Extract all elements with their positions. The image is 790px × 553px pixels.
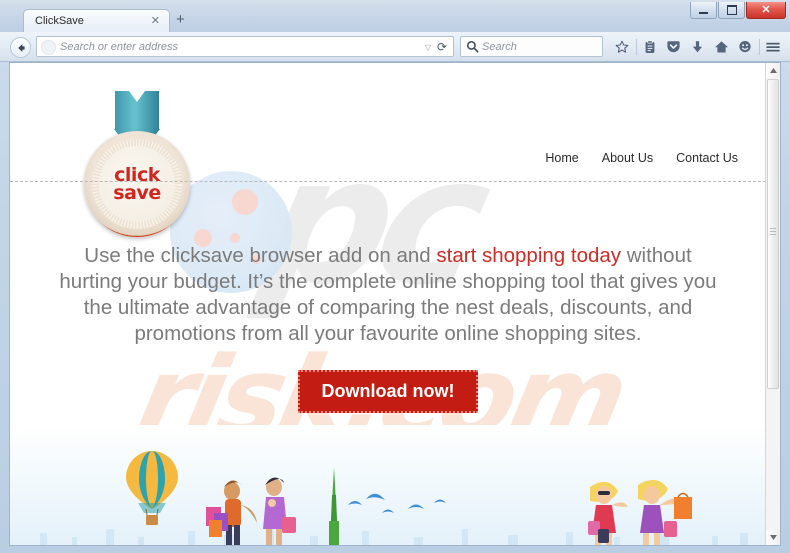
scrollbar-thumb[interactable] [767,79,779,389]
blue-birds [348,493,446,513]
page-viewport: pc risk.com [9,62,781,546]
bookmark-star-icon[interactable] [610,36,634,58]
nav-link-about-us[interactable]: About Us [602,151,653,165]
shopper-blonde-red-dress [588,481,628,545]
maximize-button[interactable] [718,2,745,19]
reader-mode-icon[interactable] [639,36,663,58]
minimize-button[interactable] [690,2,717,19]
downloads-icon[interactable] [686,36,710,58]
address-input-placeholder: Search or enter address [60,41,179,53]
search-icon [466,40,479,58]
shopper-woman-pink-bags [206,480,257,545]
reload-icon[interactable]: ⟳ [437,40,447,54]
home-icon[interactable] [709,36,733,58]
new-tab-button[interactable]: + [176,12,185,27]
chevron-down-icon[interactable]: ▽ [425,43,431,52]
footer-illustration [10,425,766,545]
shopper-blonde-purple-dress [638,479,692,545]
title-bar: ✕ ClickSave ✕ + [0,0,790,32]
toolbar-divider [635,39,637,55]
search-input[interactable]: Search [460,36,603,57]
web-page: pc risk.com [10,63,766,545]
pocket-shield-icon[interactable] [662,36,686,58]
address-bar[interactable]: Search or enter address ▽ ⟳ [36,36,454,57]
close-button[interactable]: ✕ [746,2,786,19]
decorative-dot [232,189,258,215]
nav-link-home[interactable]: Home [545,151,578,165]
vertical-scrollbar[interactable] [765,63,780,545]
hot-air-balloon [126,451,178,525]
download-now-button[interactable]: Download now! [297,370,479,413]
back-arrow-icon[interactable] [10,37,31,58]
logo-word-save: save [113,182,161,204]
toolbar-divider-2 [758,39,760,55]
hamburger-menu-icon[interactable] [761,36,785,58]
hero-text: Use the clicksave browser add on and sta… [52,243,724,347]
tab-close-icon[interactable]: ✕ [151,14,160,27]
toolbar-icon-group [610,35,785,59]
download-button-wrapper: Download now! [10,370,766,413]
nav-link-contact-us[interactable]: Contact Us [676,151,738,165]
maximize-glyph [726,5,737,15]
hero-text-part1: Use the clicksave browser add on and [84,244,437,267]
logo-seal-face: click save [99,146,175,222]
feedback-smiley-icon[interactable] [733,36,757,58]
clicksave-logo[interactable]: click save [84,89,190,237]
logo-seal: click save [84,131,190,237]
window-controls: ✕ [690,2,786,20]
shopper-woman-purple [263,477,296,545]
site-favicon-icon [41,40,56,55]
scrollbar-grip [770,228,776,236]
site-header: click save Home About Us Contact Us [10,63,766,237]
site-navigation: Home About Us Contact Us [545,151,738,165]
scroll-down-button[interactable] [766,530,780,545]
navigation-toolbar: Search or enter address ▽ ⟳ Search [0,32,790,62]
browser-window: ✕ ClickSave ✕ + Search or enter address … [0,0,790,553]
decorative-dot [230,233,240,243]
header-divider [10,181,766,182]
green-tower [329,467,339,545]
tab-title: ClickSave [35,15,84,27]
minimize-glyph [699,12,708,14]
browser-tab[interactable]: ClickSave ✕ [23,9,170,32]
search-input-placeholder: Search [482,41,517,53]
scroll-up-button[interactable] [766,63,780,78]
hero-text-highlight: start shopping today [436,244,622,267]
